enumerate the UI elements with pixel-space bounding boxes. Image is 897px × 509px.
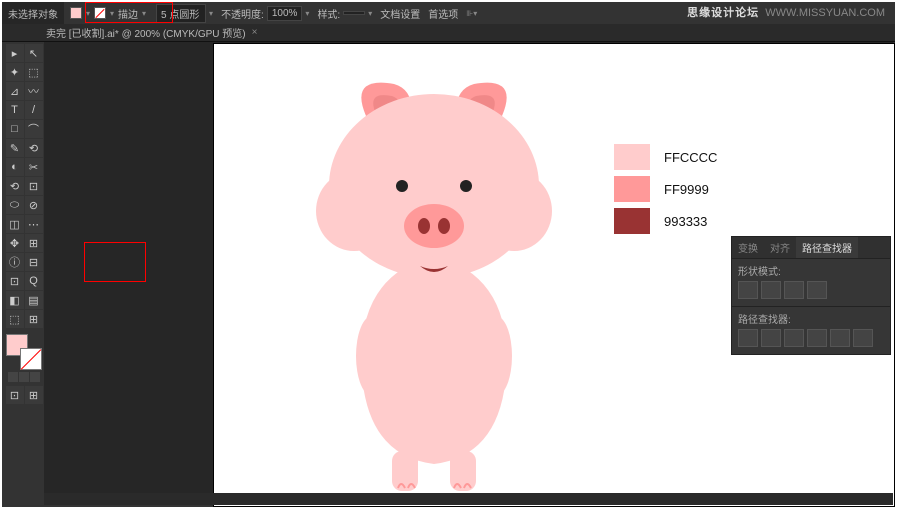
tool-button[interactable]: / — [25, 101, 43, 119]
crop-button[interactable] — [807, 329, 827, 347]
tool-button[interactable]: ⟲ — [25, 139, 43, 157]
minus-back-button[interactable] — [853, 329, 873, 347]
tool-button[interactable]: ⊡ — [6, 272, 24, 290]
horizontal-scrollbar[interactable] — [44, 493, 893, 505]
tool-button[interactable]: ⊟ — [25, 253, 43, 271]
hex-label: FFCCCC — [664, 150, 717, 165]
unite-button[interactable] — [738, 281, 758, 299]
tool-button[interactable]: ◧ — [6, 291, 24, 309]
merge-button[interactable] — [784, 329, 804, 347]
tool-button[interactable]: ✥ — [6, 234, 24, 252]
tool-button[interactable]: ⓘ — [6, 253, 24, 271]
pig-illustration — [294, 56, 574, 496]
pathfinder-panel: 变换 对齐 路径查找器 形状模式: 路径查找器: — [731, 236, 891, 355]
color-mode-button[interactable] — [19, 372, 29, 382]
outline-button[interactable] — [830, 329, 850, 347]
more-icon[interactable]: ⊪▾ — [466, 9, 477, 18]
tool-button[interactable]: ⊘ — [25, 196, 43, 214]
tab-align[interactable]: 对齐 — [764, 237, 796, 258]
tool-button[interactable]: ✦ — [6, 63, 24, 81]
fill-stroke-control[interactable] — [6, 334, 42, 370]
annotation-highlight — [84, 242, 146, 282]
tool-button[interactable]: ◫ — [6, 215, 24, 233]
tab-transform[interactable]: 变换 — [732, 237, 764, 258]
color-chip — [614, 176, 650, 202]
tool-button[interactable]: ⊡ — [25, 177, 43, 195]
stroke-swatch[interactable] — [94, 7, 106, 19]
shape-mode-label: 形状模式: — [738, 263, 884, 278]
fill-swatch[interactable] — [70, 7, 82, 19]
color-mode-button[interactable] — [30, 372, 40, 382]
selection-status: 未选择对象 — [2, 2, 64, 24]
divide-button[interactable] — [738, 329, 758, 347]
tool-button[interactable]: ↖ — [25, 44, 43, 62]
tool-button[interactable]: ⊞ — [25, 234, 43, 252]
screen-mode-button[interactable]: ⊡ — [6, 386, 24, 404]
tool-button[interactable]: Q — [25, 272, 43, 290]
hex-label: 993333 — [664, 214, 707, 229]
screen-mode-button[interactable]: ⊞ — [25, 386, 43, 404]
tool-button[interactable]: ▸ — [6, 44, 24, 62]
options-bar: 未选择对象 ▾ ▾ 描边 ▾ 5 点圆形▾ 不透明度:100%▾ 样式:▾ 文档… — [2, 2, 895, 24]
tool-button[interactable]: ⌒ — [25, 120, 43, 138]
palette-row: FFCCCC — [614, 144, 717, 170]
document-tab-bar: 卖完 [已收割].ai* @ 200% (CMYK/GPU 预览) × — [2, 24, 895, 42]
tool-button[interactable]: ✎ — [6, 139, 24, 157]
hex-label: FF9999 — [664, 182, 709, 197]
document-tab[interactable]: 卖完 [已收割].ai* @ 200% (CMYK/GPU 预览) — [46, 25, 252, 40]
palette-row: 993333 — [614, 208, 717, 234]
preferences-button[interactable]: 首选项 — [428, 6, 458, 21]
brush-preset[interactable]: 5 点圆形▾ — [156, 4, 213, 23]
close-icon[interactable]: × — [252, 27, 264, 38]
doc-setup-button[interactable]: 文档设置 — [380, 6, 420, 21]
stroke-color[interactable] — [20, 348, 42, 370]
stroke-label: 描边 — [118, 6, 138, 21]
opacity-control[interactable]: 不透明度:100%▾ — [221, 6, 309, 21]
tool-button[interactable]: ⬭ — [6, 196, 24, 214]
color-mode-button[interactable] — [8, 372, 18, 382]
intersect-button[interactable] — [784, 281, 804, 299]
tool-button[interactable]: ⬚ — [6, 310, 24, 328]
tool-button[interactable]: ⟲ — [6, 177, 24, 195]
tool-button[interactable]: T — [6, 101, 24, 119]
watermark: 思缘设计论坛 WWW.MISSYUAN.COM — [687, 4, 885, 20]
tool-panel: ▸↖✦⬚⊿〰T/□⌒✎⟲◐✂⟲⊡⬭⊘◫⋯✥⊞ⓘ⊟⊡Q◧▤⬚⊞ ⊡ ⊞ — [4, 42, 44, 505]
tool-button[interactable]: 〰 — [25, 82, 43, 100]
tool-button[interactable]: ✂ — [25, 158, 43, 176]
tool-button[interactable]: ⬚ — [25, 63, 43, 81]
exclude-button[interactable] — [807, 281, 827, 299]
chevron-down-icon[interactable]: ▾ — [142, 9, 146, 18]
tool-button[interactable]: ⋯ — [25, 215, 43, 233]
fill-stroke-swatches[interactable]: ▾ ▾ 描边 ▾ — [64, 2, 152, 24]
tab-pathfinder[interactable]: 路径查找器 — [796, 237, 858, 258]
tool-button[interactable]: ⊞ — [25, 310, 43, 328]
style-control[interactable]: 样式:▾ — [317, 6, 372, 21]
color-chip — [614, 208, 650, 234]
tool-button[interactable]: □ — [6, 120, 24, 138]
minus-front-button[interactable] — [761, 281, 781, 299]
tool-button[interactable]: ◐ — [6, 158, 24, 176]
tool-button[interactable]: ⊿ — [6, 82, 24, 100]
color-chip — [614, 144, 650, 170]
pathfinder-label: 路径查找器: — [738, 311, 884, 326]
palette-row: FF9999 — [614, 176, 717, 202]
color-palette-legend: FFCCCC FF9999 993333 — [614, 144, 717, 240]
trim-button[interactable] — [761, 329, 781, 347]
tool-button[interactable]: ▤ — [25, 291, 43, 309]
